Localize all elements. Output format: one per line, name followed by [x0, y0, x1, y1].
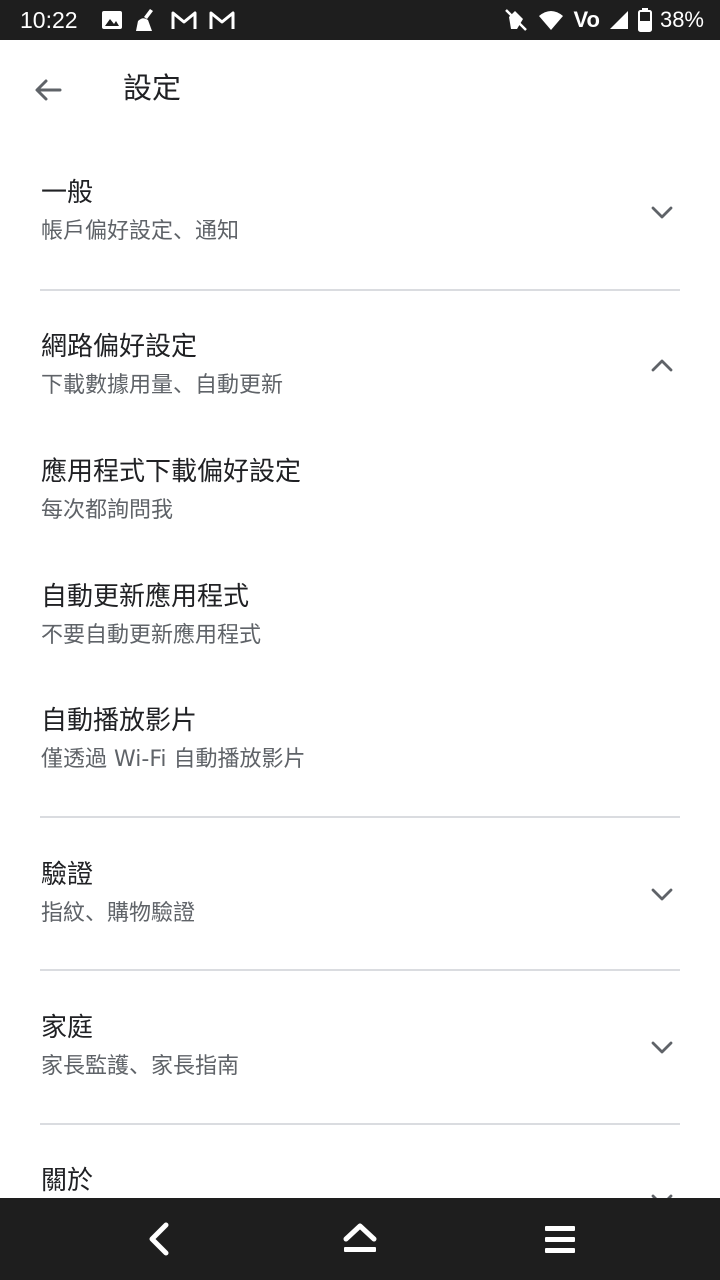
- settings-item-app-download[interactable]: 應用程式下載偏好設定 每次都詢問我: [0, 445, 720, 545]
- item-subtitle: 指紋、購物驗證: [41, 901, 196, 926]
- settings-item-autoplay[interactable]: 自動播放影片 僅透過 Wi-Fi 自動播放影片: [0, 694, 720, 794]
- item-title: 應用程式下載偏好設定: [41, 457, 302, 487]
- cleaner-icon: [134, 7, 160, 33]
- divider: [40, 289, 680, 291]
- settings-item-general[interactable]: 一般 帳戶偏好設定、通知: [0, 166, 720, 286]
- wifi-icon: [537, 8, 565, 32]
- nav-back-icon: [149, 1222, 169, 1256]
- settings-item-auth[interactable]: 驗證 指紋、購物驗證: [0, 848, 720, 958]
- chevron-down-icon: [651, 888, 673, 901]
- nav-menu-icon: [545, 1226, 575, 1253]
- settings-item-network[interactable]: 網路偏好設定 下載數據用量、自動更新: [0, 320, 720, 410]
- settings-item-family[interactable]: 家庭 家長監護、家長指南: [0, 1001, 720, 1111]
- chevron-down-icon: [651, 206, 673, 219]
- chevron-down-icon: [651, 1041, 673, 1054]
- gmail-icon: [170, 9, 198, 31]
- mute-hand-icon: [503, 7, 529, 33]
- arrow-back-icon: [35, 79, 62, 101]
- divider: [40, 816, 680, 818]
- volte-icon: Vo: [573, 7, 600, 32]
- gmail-icon: [208, 9, 236, 31]
- status-bar: 10:22 Vo 38%: [0, 0, 720, 40]
- chevron-down-icon: [651, 1194, 673, 1198]
- item-title: 網路偏好設定: [41, 332, 198, 362]
- chevron-up-icon: [651, 359, 673, 372]
- settings-item-auto-update[interactable]: 自動更新應用程式 不要自動更新應用程式: [0, 570, 720, 670]
- image-icon: [100, 8, 124, 32]
- item-title: 驗證: [41, 860, 94, 890]
- divider: [40, 1123, 680, 1125]
- battery-percent: 38%: [659, 7, 704, 32]
- item-title: 家庭: [41, 1013, 94, 1043]
- item-subtitle: 僅透過 Wi-Fi 自動播放影片: [41, 747, 306, 772]
- settings-item-about[interactable]: 關於: [0, 1154, 720, 1198]
- item-subtitle: 每次都詢問我: [41, 498, 174, 523]
- item-subtitle: 下載數據用量、自動更新: [41, 373, 284, 398]
- nav-menu-button[interactable]: [500, 1198, 620, 1280]
- system-icons: Vo 38%: [503, 6, 704, 34]
- app-bar: 設定: [0, 40, 720, 136]
- back-button[interactable]: [28, 70, 68, 110]
- item-title: 自動播放影片: [41, 706, 198, 736]
- nav-home-button[interactable]: [300, 1198, 420, 1280]
- nav-back-button[interactable]: [100, 1198, 220, 1280]
- battery-icon: [637, 8, 652, 32]
- item-title: 一般: [41, 178, 94, 208]
- item-subtitle: 帳戶偏好設定、通知: [41, 219, 240, 244]
- notification-icons: [100, 6, 236, 34]
- item-title: 關於: [41, 1166, 94, 1196]
- item-subtitle: 家長監護、家長指南: [41, 1054, 240, 1079]
- navigation-bar: [0, 1198, 720, 1280]
- status-time: 10:22: [20, 7, 78, 33]
- nav-home-icon: [343, 1223, 377, 1252]
- signal-icon: [608, 9, 630, 31]
- item-subtitle: 不要自動更新應用程式: [41, 623, 262, 648]
- page-title: 設定: [123, 71, 182, 105]
- divider: [40, 969, 680, 971]
- item-title: 自動更新應用程式: [41, 582, 250, 612]
